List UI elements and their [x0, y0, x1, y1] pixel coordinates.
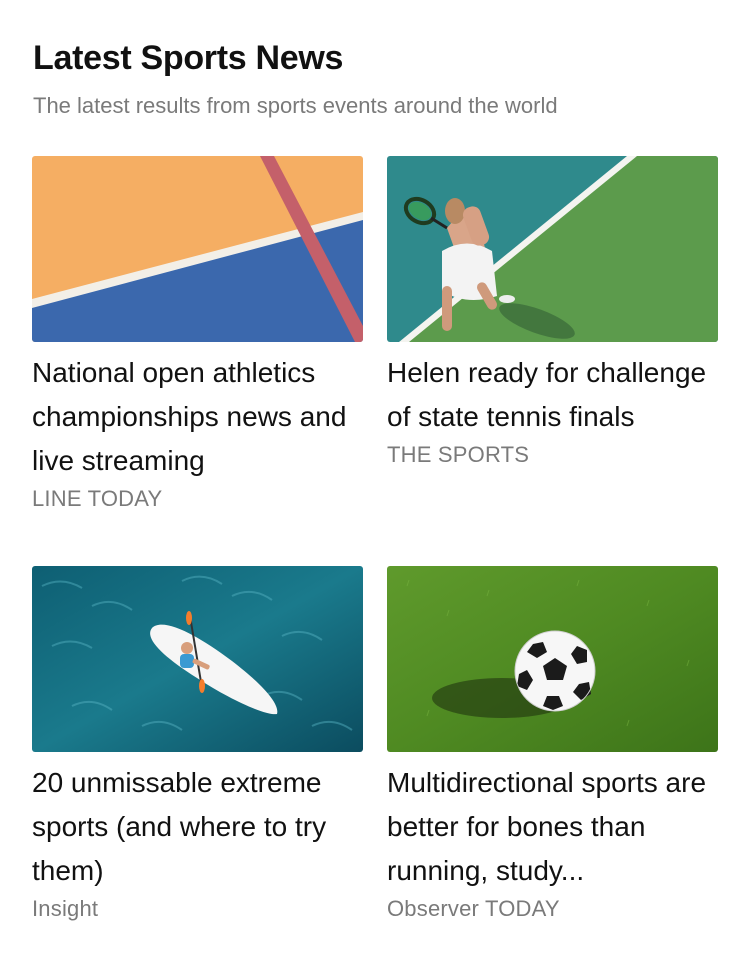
page-title: Latest Sports News — [33, 39, 344, 77]
kayak-on-water-image[interactable] — [32, 566, 363, 752]
page-subtitle: The latest results from sports events ar… — [33, 93, 558, 118]
article-headline[interactable]: Helen ready for challenge of state tenni… — [387, 351, 727, 439]
athletics-track-image[interactable] — [32, 156, 363, 342]
article-source: Observer TODAY — [387, 896, 560, 921]
article-source: Insight — [32, 896, 99, 921]
tennis-player-image[interactable] — [387, 156, 718, 342]
article-source: LINE TODAY — [32, 486, 163, 511]
article-headline[interactable]: Multidirectional sports are better for b… — [387, 761, 727, 893]
article-source: THE SPORTS — [387, 442, 530, 467]
article-headline[interactable]: 20 unmissable extreme sports (and where … — [32, 761, 372, 893]
soccer-ball-on-grass-image[interactable] — [387, 566, 718, 752]
news-card[interactable]: Multidirectional sports are better for b… — [387, 566, 718, 923]
news-card[interactable]: Helen ready for challenge of state tenni… — [387, 156, 718, 469]
article-headline[interactable]: National open athletics championships ne… — [32, 351, 372, 483]
news-card[interactable]: 20 unmissable extreme sports (and where … — [32, 566, 363, 923]
news-card[interactable]: National open athletics championships ne… — [32, 156, 363, 513]
